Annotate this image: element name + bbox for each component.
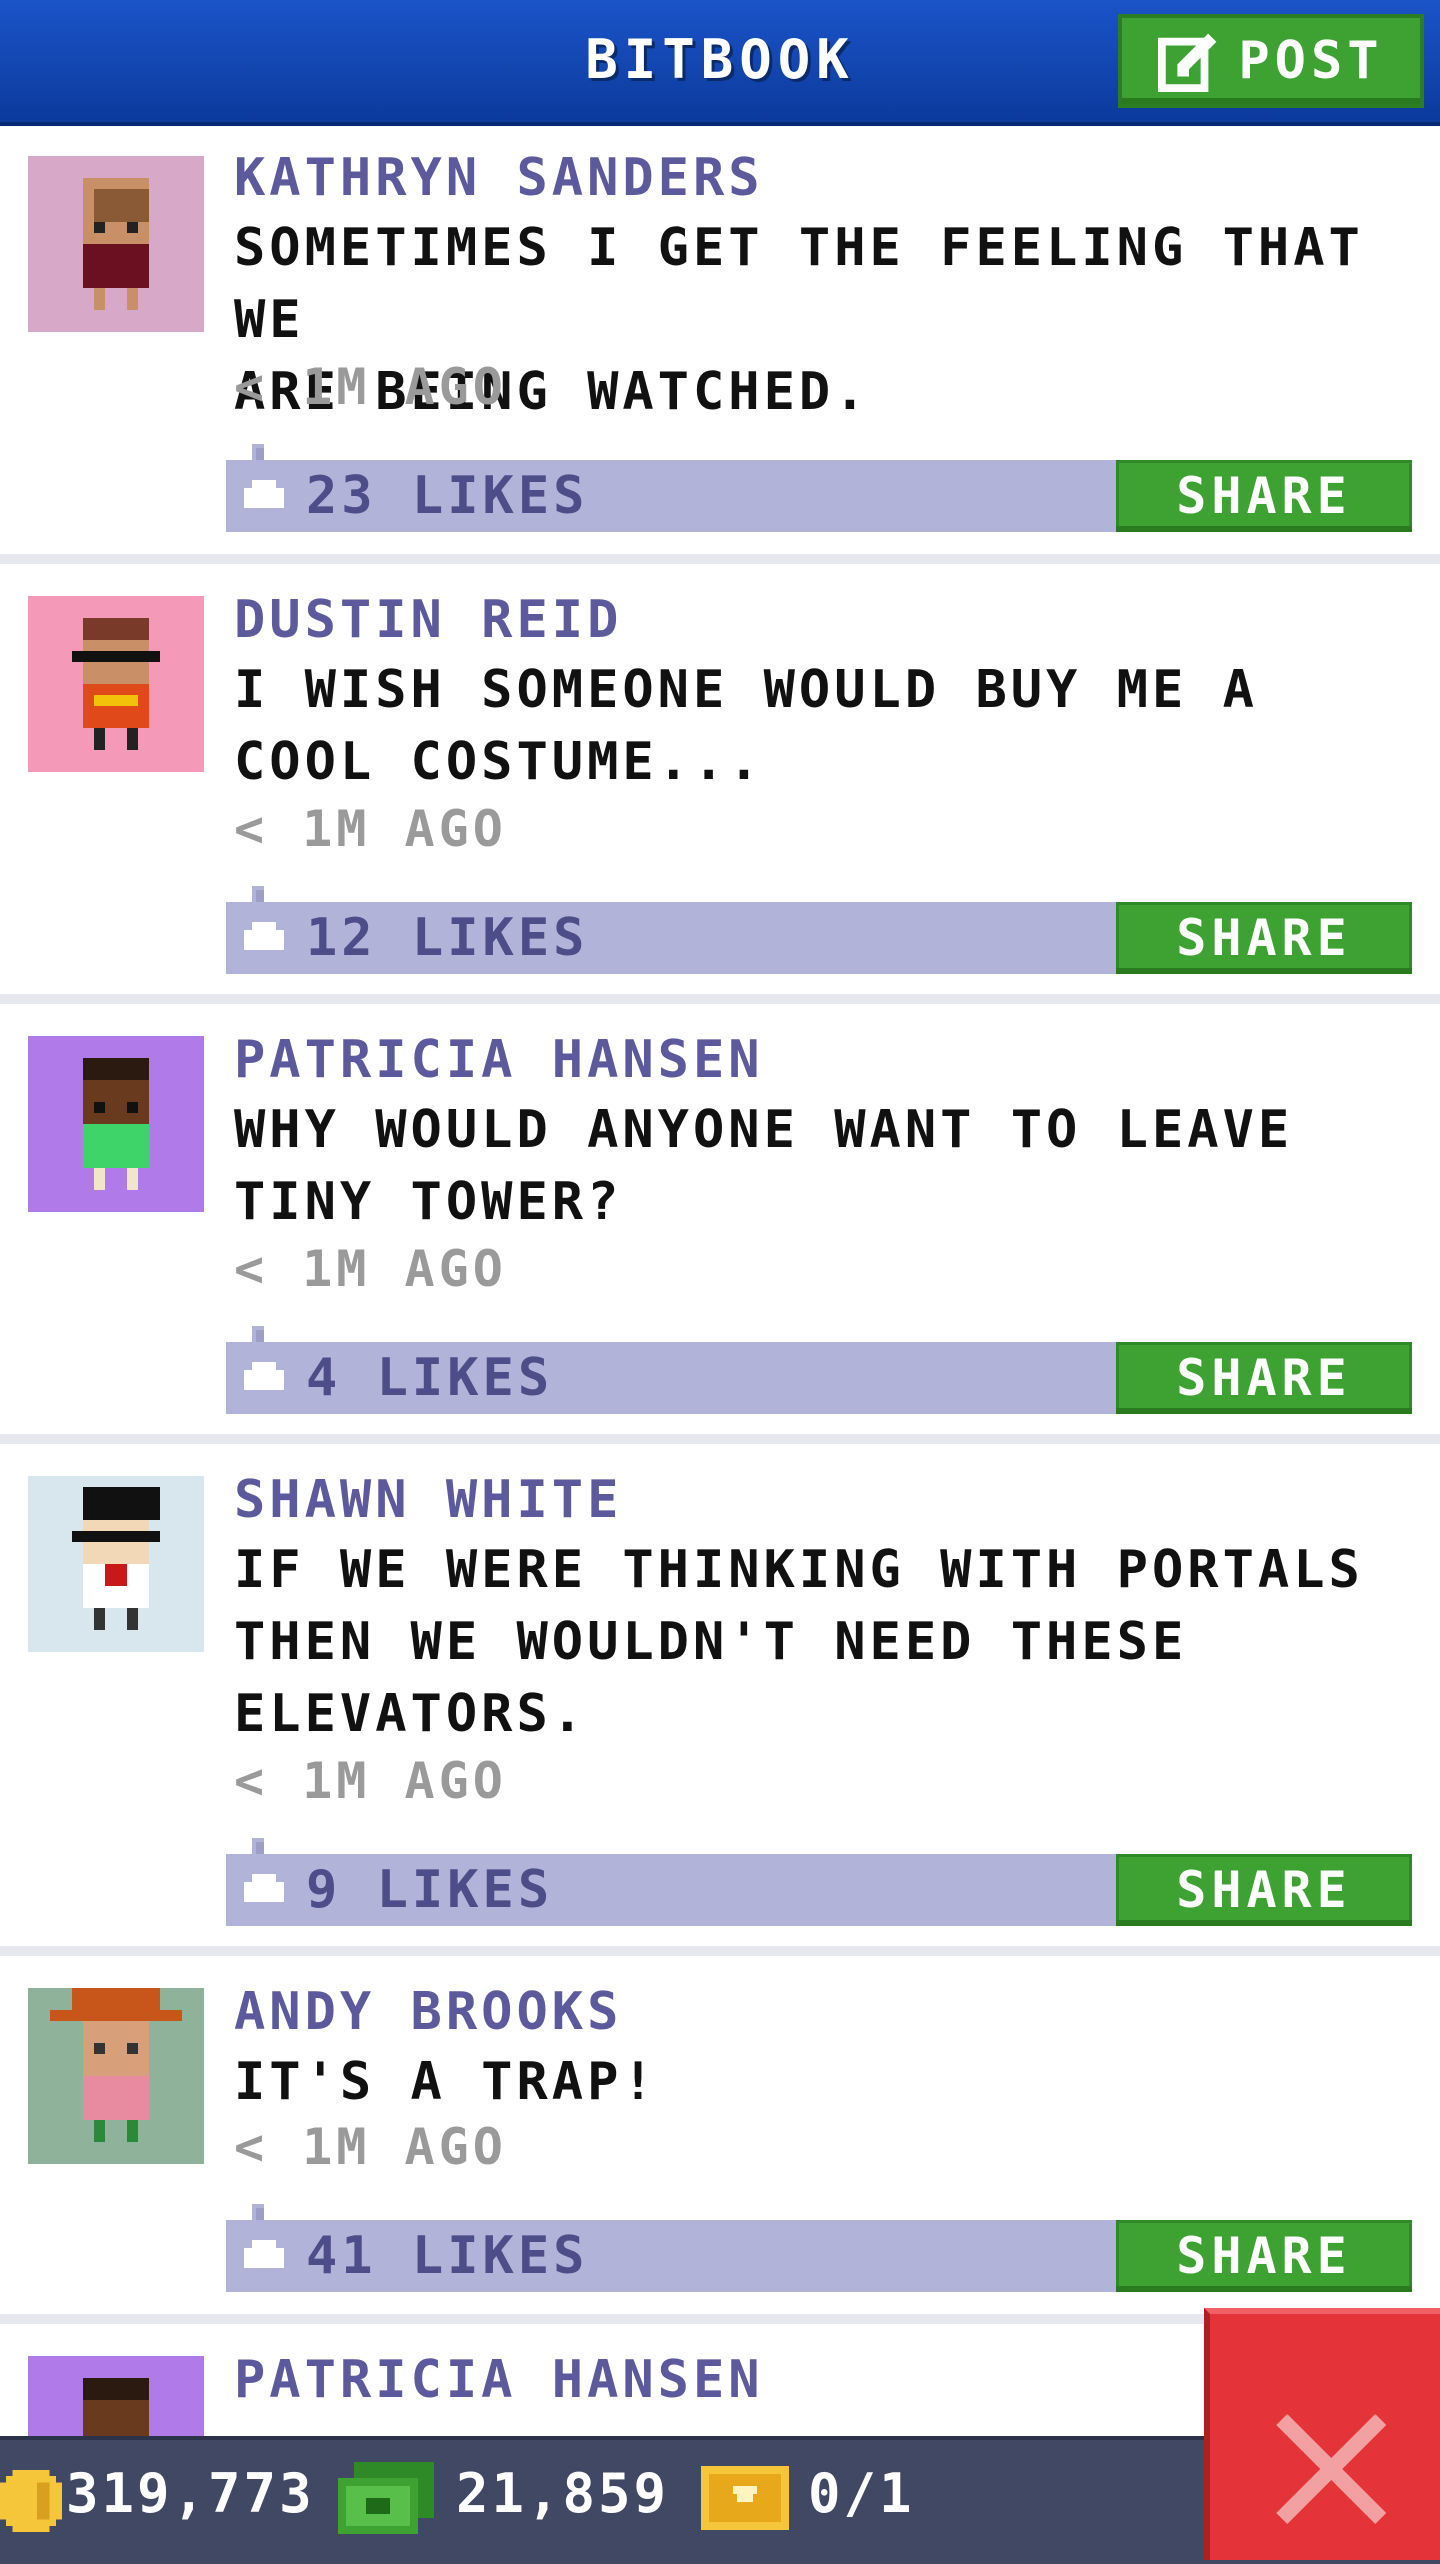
post-message-line: COOL COSTUME... [234,732,764,792]
divider [0,994,1440,1004]
share-button[interactable]: SHARE [1116,460,1412,532]
post-message: I WISH SOMEONE WOULD BUY ME A COOL COSTU… [234,654,1414,798]
feed-post: PATRICIA HANSEN WHY WOULD ANYONE WANT TO… [0,1004,1440,1434]
avatar [28,1476,204,1652]
likes-count: 23 LIKES [306,466,589,526]
post-message-line: ELEVATORS. [234,1684,588,1744]
post-message-line: WHY WOULD ANYONE WANT TO LEAVE [234,1100,1294,1160]
avatar [28,1036,204,1212]
divider [0,1946,1440,1956]
like-icon[interactable] [240,1326,292,1406]
app-header: BITBOOK POST [0,0,1440,126]
post-message-line: THEN WE WOULDN'T NEED THESE [234,1612,1188,1672]
post-author[interactable]: ANDY BROOKS [234,1982,622,2042]
post-message-line: SOMETIMES I GET THE FEELING THAT WE [234,218,1364,350]
post-author[interactable]: DUSTIN REID [234,590,622,650]
post-button[interactable]: POST [1118,14,1424,108]
feed-post: SHAWN WHITE IF WE WERE THINKING WITH POR… [0,1444,1440,1946]
likes-count: 12 LIKES [306,908,589,968]
post-author[interactable]: PATRICIA HANSEN [234,2350,764,2410]
avatar [28,1988,204,2164]
bux-icon [338,2462,434,2534]
post-message: WHY WOULD ANYONE WANT TO LEAVE TINY TOWE… [234,1094,1414,1238]
feed-post: ANDY BROOKS IT'S A TRAP! < 1M AGO 41 LIK… [0,1956,1440,2314]
likes-bar: 23 LIKES SHARE [226,444,1412,532]
post-timestamp: < 1M AGO [234,2118,507,2176]
post-author[interactable]: PATRICIA HANSEN [234,1030,764,1090]
ticket-icon [701,2466,789,2530]
coins-count: 319,773 [66,2462,315,2525]
divider [0,1434,1440,1444]
avatar [28,156,204,332]
post-author[interactable]: SHAWN WHITE [234,1470,622,1530]
likes-bar: 9 LIKES SHARE [226,1838,1412,1926]
post-timestamp: < 1M AGO [234,1240,507,1298]
likes-count: 9 LIKES [306,1860,554,1920]
post-message-line: IT'S A TRAP! [234,2052,658,2112]
post-button-label: POST [1238,31,1384,91]
like-icon[interactable] [240,2204,292,2284]
feed-post: DUSTIN REID I WISH SOMEONE WOULD BUY ME … [0,564,1440,994]
likes-count: 4 LIKES [306,1348,554,1408]
post-message: IT'S A TRAP! [234,2046,1414,2118]
coin-icon [0,2470,62,2532]
like-icon[interactable] [240,886,292,966]
feed-list[interactable]: KATHRYN SANDERS SOMETIMES I GET THE FEEL… [0,126,1440,2532]
close-button[interactable] [1204,2308,1440,2560]
like-icon[interactable] [240,1838,292,1918]
post-author[interactable]: KATHRYN SANDERS [234,148,764,208]
share-button[interactable]: SHARE [1116,1342,1412,1414]
likes-bar: 12 LIKES SHARE [226,886,1412,974]
divider [0,554,1440,564]
share-button[interactable]: SHARE [1116,1854,1412,1926]
likes-count: 41 LIKES [306,2226,589,2286]
post-timestamp: < 1M AGO [234,800,507,858]
bux-count: 21,859 [456,2462,670,2525]
post-message-line: TINY TOWER? [234,1172,623,1232]
share-button[interactable]: SHARE [1116,902,1412,974]
likes-bar: 4 LIKES SHARE [226,1326,1412,1414]
likes-bar: 41 LIKES SHARE [226,2204,1412,2292]
share-button[interactable]: SHARE [1116,2220,1412,2292]
avatar [28,596,204,772]
post-timestamp: < 1M AGO [234,358,507,416]
post-message-line: I WISH SOMEONE WOULD BUY ME A [234,660,1258,720]
post-message: IF WE WERE THINKING WITH PORTALS THEN WE… [234,1534,1414,1750]
tickets-count: 0/1 [808,2462,915,2525]
like-icon[interactable] [240,444,292,524]
feed-post: KATHRYN SANDERS SOMETIMES I GET THE FEEL… [0,126,1440,554]
post-message-line: IF WE WERE THINKING WITH PORTALS [234,1540,1364,1600]
close-icon [1276,2414,1386,2524]
edit-icon [1158,33,1217,92]
post-timestamp: < 1M AGO [234,1752,507,1810]
